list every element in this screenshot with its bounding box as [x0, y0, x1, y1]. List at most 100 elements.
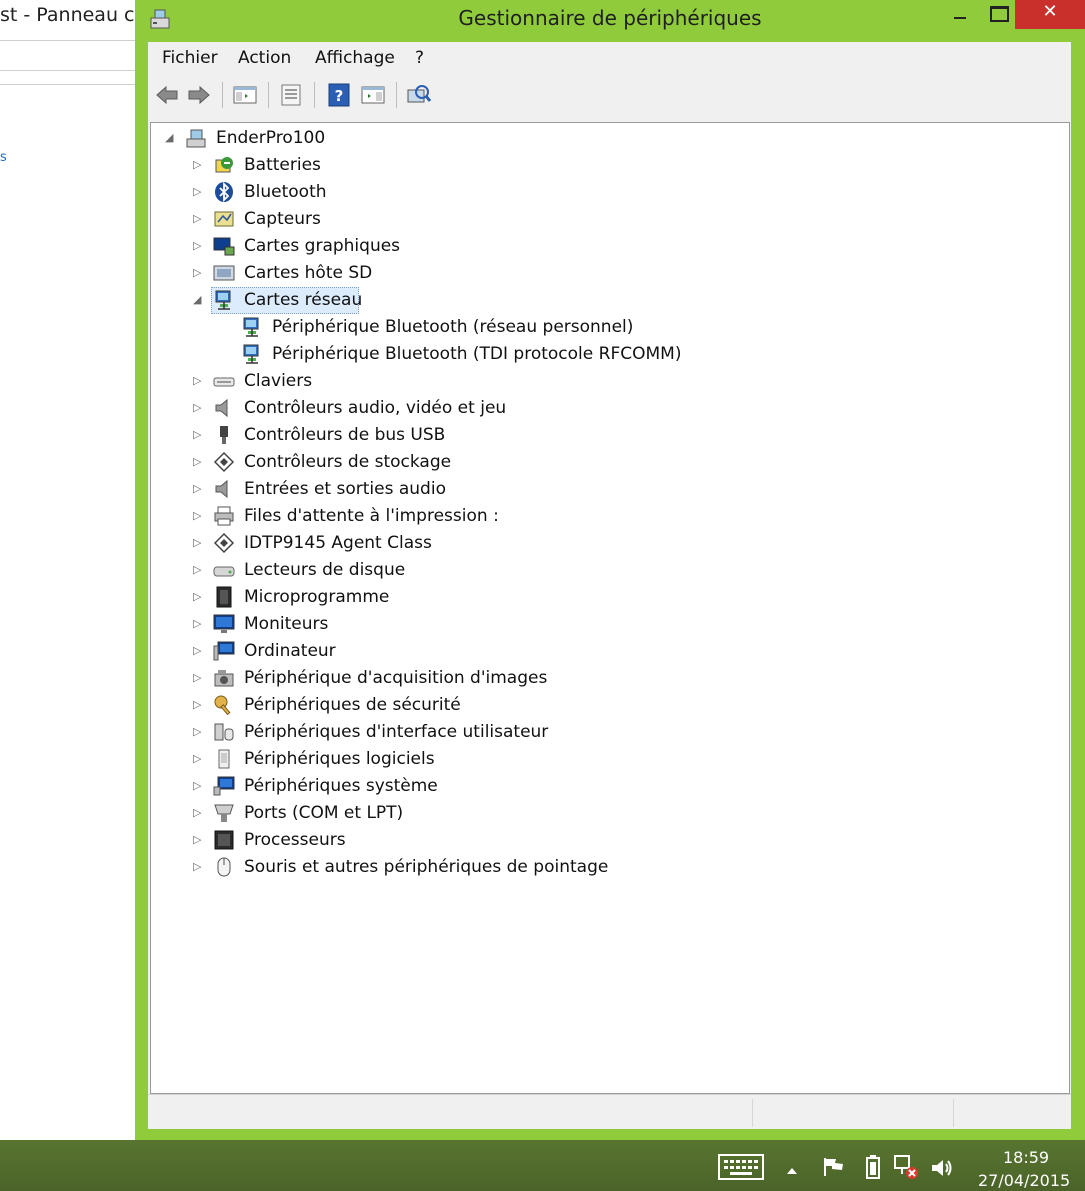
scan-hardware-icon[interactable]	[406, 82, 432, 108]
properties-icon[interactable]	[278, 82, 304, 108]
expand-arrow-icon[interactable]: ▷	[193, 563, 205, 577]
storage-controller-icon	[213, 451, 235, 473]
battery-icon[interactable]	[866, 1154, 880, 1184]
action-pane-icon[interactable]	[360, 82, 386, 108]
tree-category-10[interactable]: ▷ Entrées et sorties audio	[151, 476, 1051, 502]
tree-item-label: Batteries	[244, 155, 321, 175]
tree-category-19[interactable]: ▷ Périphériques d'interface utilisateur	[151, 719, 1051, 745]
show-hide-console-tree-icon[interactable]	[232, 82, 258, 108]
volume-icon[interactable]	[930, 1157, 954, 1183]
expand-arrow-icon[interactable]: ▷	[193, 482, 205, 496]
tree-item-label: Périphérique d'acquisition d'images	[244, 668, 548, 688]
expand-arrow-icon[interactable]: ▷	[193, 698, 205, 712]
back-arrow-icon[interactable]	[154, 82, 180, 108]
minimize-button[interactable]	[943, 0, 977, 30]
title-bar[interactable]: Gestionnaire de périphériques ✕	[135, 0, 1085, 40]
tree-item-label: Contrôleurs de stockage	[244, 452, 452, 472]
menu-fichier[interactable]: Fichier	[162, 48, 218, 68]
tree-item-label: Cartes réseau	[244, 290, 363, 310]
window-client-area: Fichier Action Affichage ? ? ◢ EnderPro1…	[148, 42, 1071, 1129]
disk-drive-icon	[213, 559, 235, 581]
tree-category-20[interactable]: ▷ Périphériques logiciels	[151, 746, 1051, 772]
tree-category-11[interactable]: ▷ Files d'attente à l'impression :	[151, 503, 1051, 529]
network-disconnected-icon[interactable]	[893, 1154, 919, 1184]
menu-affichage[interactable]: Affichage	[315, 48, 395, 68]
expand-arrow-icon[interactable]: ▷	[193, 833, 205, 847]
tree-category-0[interactable]: ▷ Batteries	[151, 152, 1051, 178]
tree-category-13[interactable]: ▷ Lecteurs de disque	[151, 557, 1051, 583]
tree-category-5[interactable]: ◢ Cartes réseau	[151, 287, 1051, 314]
forward-arrow-icon[interactable]	[186, 82, 212, 108]
expand-arrow-icon[interactable]: ▷	[193, 590, 205, 604]
expand-arrow-icon[interactable]: ▷	[193, 536, 205, 550]
tree-item-label: EnderPro100	[216, 128, 326, 148]
tree-item-label: Microprogramme	[244, 587, 390, 607]
close-button[interactable]: ✕	[1015, 0, 1085, 29]
expand-arrow-icon[interactable]: ▷	[193, 266, 205, 280]
tree-category-24[interactable]: ▷ Souris et autres périphériques de point…	[151, 854, 1051, 880]
menu-action[interactable]: Action	[238, 48, 291, 68]
tree-category-9[interactable]: ▷ Contrôleurs de stockage	[151, 449, 1051, 475]
tree-category-8[interactable]: ▷ Contrôleurs de bus USB	[151, 422, 1051, 448]
sensor-icon	[213, 208, 235, 230]
tree-category-14[interactable]: ▷ Microprogramme	[151, 584, 1051, 610]
tree-category-4[interactable]: ▷ Cartes hôte SD	[151, 260, 1051, 286]
tree-category-22[interactable]: ▷ Ports (COM et LPT)	[151, 800, 1051, 826]
collapse-arrow-icon[interactable]: ◢	[193, 293, 205, 307]
action-center-flag-icon[interactable]	[822, 1156, 846, 1182]
clock-time[interactable]: 18:59	[1003, 1148, 1049, 1167]
tree-device-item[interactable]: Périphérique Bluetooth (TDI protocole RF…	[151, 341, 1051, 367]
expand-arrow-icon[interactable]: ▷	[193, 644, 205, 658]
expand-arrow-icon[interactable]: ▷	[193, 374, 205, 388]
tree-item-label: Ordinateur	[244, 641, 336, 661]
help-icon[interactable]: ?	[326, 82, 352, 108]
tree-category-1[interactable]: ▷ Bluetooth	[151, 179, 1051, 205]
menu-bar: Fichier Action Affichage ?	[148, 42, 1071, 74]
background-window-title[interactable]: st - Panneau c	[0, 0, 140, 32]
expand-arrow-icon[interactable]: ▷	[193, 725, 205, 739]
port-icon	[213, 802, 235, 824]
tree-device-item[interactable]: Périphérique Bluetooth (réseau personnel…	[151, 314, 1051, 340]
tree-category-3[interactable]: ▷ Cartes graphiques	[151, 233, 1051, 259]
expand-arrow-icon[interactable]: ▷	[193, 617, 205, 631]
toolbar-separator	[396, 82, 397, 108]
expand-arrow-icon[interactable]: ▷	[193, 239, 205, 253]
tree-category-12[interactable]: ▷ IDTP9145 Agent Class	[151, 530, 1051, 556]
clock-date[interactable]: 27/04/2015	[978, 1171, 1070, 1190]
expand-arrow-icon[interactable]: ▷	[193, 509, 205, 523]
tree-item-label: Ports (COM et LPT)	[244, 803, 404, 823]
tree-category-18[interactable]: ▷ Périphériques de sécurité	[151, 692, 1051, 718]
maximize-button[interactable]	[981, 0, 1015, 30]
tree-category-16[interactable]: ▷ Ordinateur	[151, 638, 1051, 664]
expand-arrow-icon[interactable]: ▷	[193, 779, 205, 793]
tree-root-computer[interactable]: ◢ EnderPro100	[151, 125, 1051, 151]
device-tree[interactable]: ◢ EnderPro100 ▷ Batteries ▷ Bluetooth ▷ Capteur…	[150, 122, 1070, 1094]
show-hidden-icons-icon[interactable]	[785, 1161, 799, 1180]
expand-arrow-icon[interactable]: ▷	[193, 806, 205, 820]
menu-help[interactable]: ?	[415, 48, 424, 68]
hid-icon	[213, 721, 235, 743]
collapse-arrow-icon[interactable]: ◢	[165, 131, 177, 145]
expand-arrow-icon[interactable]: ▷	[193, 185, 205, 199]
toolbar-separator	[314, 82, 315, 108]
tree-category-6[interactable]: ▷ Claviers	[151, 368, 1051, 394]
tree-category-2[interactable]: ▷ Capteurs	[151, 206, 1051, 232]
expand-arrow-icon[interactable]: ▷	[193, 428, 205, 442]
expand-arrow-icon[interactable]: ▷	[193, 752, 205, 766]
tree-category-7[interactable]: ▷ Contrôleurs audio, vidéo et jeu	[151, 395, 1051, 421]
expand-arrow-icon[interactable]: ▷	[193, 212, 205, 226]
expand-arrow-icon[interactable]: ▷	[193, 401, 205, 415]
tree-category-23[interactable]: ▷ Processeurs	[151, 827, 1051, 853]
background-link-fragment[interactable]: s	[0, 150, 7, 165]
touch-keyboard-icon[interactable]	[718, 1154, 764, 1184]
expand-arrow-icon[interactable]: ▷	[193, 158, 205, 172]
expand-arrow-icon[interactable]: ▷	[193, 671, 205, 685]
expand-arrow-icon[interactable]: ▷	[193, 860, 205, 874]
tree-category-17[interactable]: ▷ Périphérique d'acquisition d'images	[151, 665, 1051, 691]
background-window[interactable]: st - Panneau c s	[0, 0, 140, 1140]
computer-root-icon	[185, 127, 207, 149]
tree-category-15[interactable]: ▷ Moniteurs	[151, 611, 1051, 637]
expand-arrow-icon[interactable]: ▷	[193, 455, 205, 469]
tree-item-label: Bluetooth	[244, 182, 327, 202]
tree-category-21[interactable]: ▷ Périphériques système	[151, 773, 1051, 799]
